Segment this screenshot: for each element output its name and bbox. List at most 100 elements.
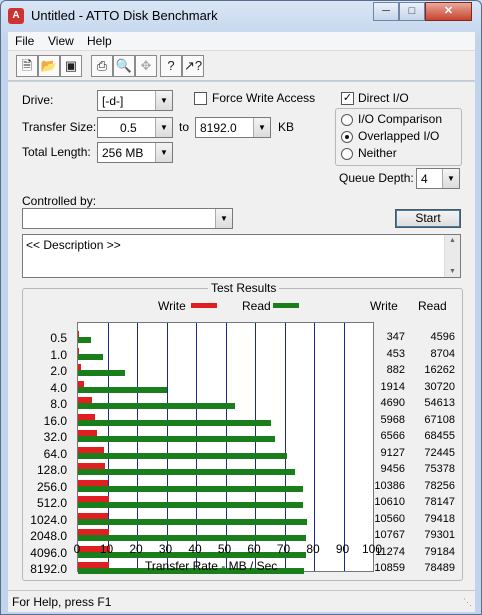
col-read-header: Read [418,299,447,313]
checkmark-icon: ✓ [342,92,353,104]
direct-io-checkbox[interactable]: ✓ [341,92,354,105]
queue-depth-label: Queue Depth: [339,171,414,185]
title-bar[interactable]: A Untitled - ATTO Disk Benchmark ─ □ ✕ [1,1,481,31]
close-button[interactable]: ✕ [425,2,472,21]
read-bar [78,469,296,475]
context-help-button[interactable]: ↗? [182,55,204,77]
read-value: 79418 [424,512,455,525]
queue-depth-value: 4 [421,172,428,186]
start-button[interactable]: Start [395,209,461,228]
legend-read-label: Read [242,299,271,313]
x-tick-label: 40 [188,542,202,556]
write-value: 10386 [374,479,405,492]
chart-x-axis-label: Transfer Rate - MB / Sec [145,559,278,573]
write-value: 1914 [380,380,405,393]
app-icon: A [8,8,24,24]
force-write-checkbox[interactable] [194,92,207,105]
io-comparison-radio[interactable] [341,114,353,126]
gridline [137,323,138,571]
x-tick-label: 0 [73,542,81,556]
maximize-icon: □ [408,5,416,17]
description-text: << Description >> [26,238,121,252]
read-value: 78489 [424,562,455,574]
read-value: 16262 [424,364,455,376]
resize-grip-icon[interactable]: ⋱ [463,597,472,608]
gridline [226,323,227,571]
overlapped-io-label: Overlapped I/O [358,129,440,143]
chevron-down-icon: ▼ [155,118,172,137]
main-panel: Drive: [-d-] ▼ Force Write Access ✓ Dire… [8,82,475,590]
write-value: 4690 [380,397,405,409]
minimize-button[interactable]: ─ [373,2,399,21]
read-bar [78,502,304,508]
category-label: 4096.0 [30,545,67,560]
x-tick-label: 20 [129,542,143,556]
new-button[interactable]: 🗎 [16,55,38,77]
read-value: 79184 [424,545,455,558]
read-value: 78147 [424,496,455,508]
read-bar [78,535,307,541]
transfer-from-select[interactable]: 0.5 ▼ [97,117,173,138]
read-value: 54613 [424,397,455,409]
chevron-down-icon: ▼ [442,169,459,188]
read-value: 4596 [430,331,455,343]
neither-radio[interactable] [341,148,353,160]
menu-file[interactable]: File [15,34,34,48]
read-value: 78256 [424,479,455,492]
transfer-to-value: 8192.0 [200,121,237,135]
category-label: 1.0 [50,347,67,362]
chevron-down-icon: ▼ [155,143,172,162]
help-icon: ? [167,58,175,73]
menu-bar: File View Help [8,32,475,51]
menu-help[interactable]: Help [87,34,112,48]
x-tick-label: 70 [276,542,291,556]
direct-io-label: Direct I/O [358,91,409,105]
open-button[interactable]: 📂 [38,55,60,77]
overlapped-io-radio[interactable] [341,131,353,143]
controlled-by-select[interactable]: ▼ [22,208,233,229]
read-bar [78,403,236,409]
description-scrollbar[interactable]: ▲ ▼ [444,235,460,277]
menu-view[interactable]: View [48,34,74,48]
read-bar [78,370,125,376]
write-value: 882 [386,364,405,376]
write-value: 10560 [374,512,405,525]
drive-select[interactable]: [-d-] ▼ [97,90,173,111]
description-box[interactable]: << Description >> ▲ ▼ [22,234,461,278]
total-length-select[interactable]: 256 MB ▼ [97,142,173,163]
transfer-from-value: 0.5 [120,121,137,135]
read-bar [78,452,287,459]
transfer-to-select[interactable]: 8192.0 ▼ [195,117,271,138]
category-label: 2048.0 [30,529,67,543]
col-write-header: Write [370,299,398,313]
new-icon: 🗎 [21,58,33,73]
print-preview-icon: 🔍 [115,58,133,73]
read-value: 8704 [430,347,455,360]
drive-value: [-d-] [102,94,124,108]
toolbar: 🗎 📂 ▣ ⎙ 🔍 ✥ ? ↗? [8,51,475,81]
read-value: 79301 [424,529,455,541]
write-value: 453 [386,347,405,360]
x-tick-label: 80 [306,542,320,556]
total-length-label: Total Length: [22,145,91,159]
force-write-label: Force Write Access [212,91,316,105]
neither-label: Neither [358,146,397,160]
help-button[interactable]: ? [160,55,182,77]
gridline [314,323,315,571]
print-preview-button[interactable]: 🔍 [113,55,135,77]
move-button[interactable]: ✥ [135,55,157,77]
kb-label: KB [278,120,295,134]
read-bar [78,485,304,492]
read-bar [78,353,104,360]
gridline [344,323,345,571]
gridline [196,323,197,571]
save-button[interactable]: ▣ [60,55,82,77]
print-button[interactable]: ⎙ [91,55,113,77]
x-tick-label: 10 [99,542,114,556]
category-label: 32.0 [43,430,67,444]
x-tick-label: 100 [361,542,383,556]
write-value: 10859 [374,562,405,574]
maximize-button[interactable]: □ [399,2,425,21]
queue-depth-select[interactable]: 4 ▼ [416,168,460,189]
chevron-down-icon: ▼ [215,209,232,228]
